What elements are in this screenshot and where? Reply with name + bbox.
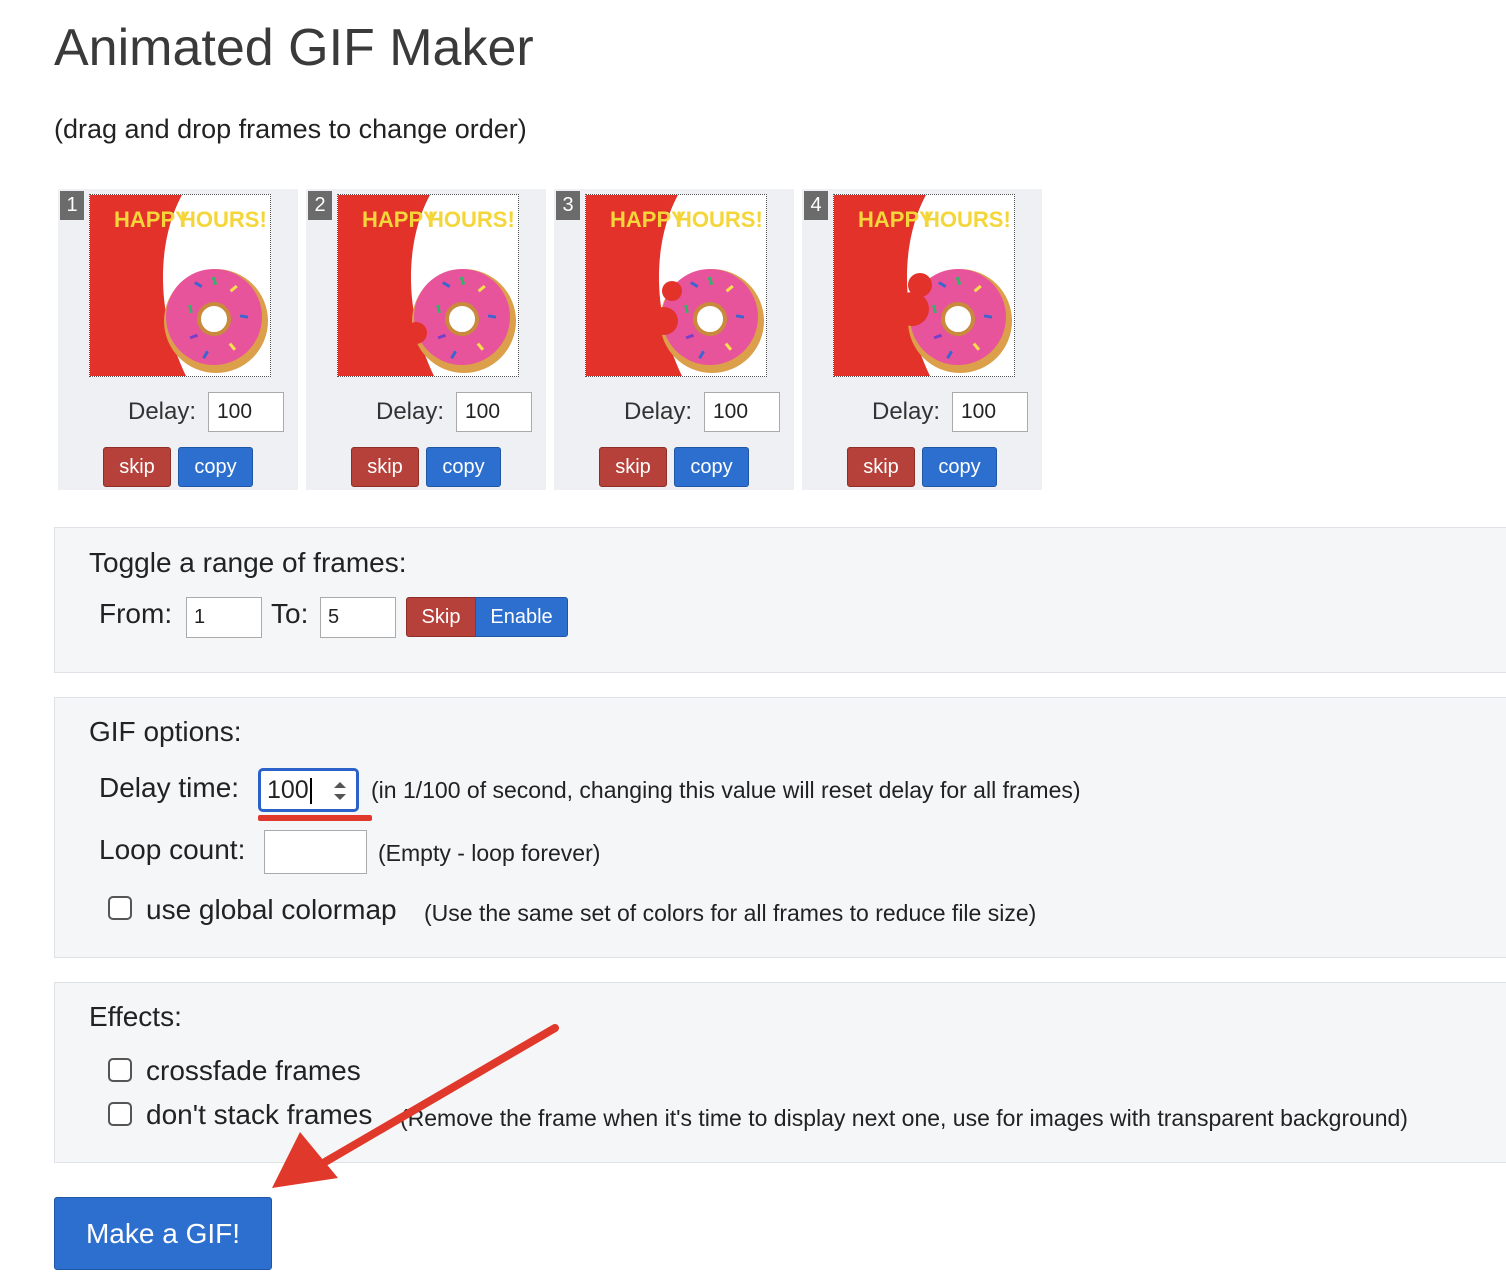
from-label: From: <box>99 598 173 629</box>
effects-panel: Effects: crossfade frames don't stack fr… <box>54 982 1506 1163</box>
frame-skip-button[interactable]: skip <box>847 447 915 487</box>
page-title: Animated GIF Maker <box>54 19 534 77</box>
frame-delay-input[interactable]: 100 <box>952 392 1028 432</box>
donut-image-icon: HAPPY HOURS! <box>90 195 270 376</box>
caption-hours: HOURS! <box>180 207 267 232</box>
range-enable-button[interactable]: Enable <box>475 597 568 637</box>
to-input[interactable]: 5 <box>320 597 396 638</box>
caption-hours: HOURS! <box>676 207 763 232</box>
frame-delay-input[interactable]: 100 <box>456 392 532 432</box>
donut-image-icon: HAPPY HOURS! <box>338 195 518 376</box>
frame-number: 3 <box>556 191 580 220</box>
frame-delay-label: Delay: <box>624 398 693 425</box>
delay-time-value: 100 <box>267 776 309 804</box>
frame-copy-button[interactable]: copy <box>178 447 253 487</box>
frame-thumbnail[interactable]: HAPPY HOURS! <box>833 194 1015 377</box>
delay-time-input[interactable]: 100 <box>258 768 359 812</box>
gif-options-title: GIF options: <box>89 716 242 747</box>
from-input[interactable]: 1 <box>186 597 262 638</box>
global-colormap-checkbox[interactable] <box>108 896 132 920</box>
donut-image-icon: HAPPY HOURS! <box>586 195 766 376</box>
caption-happy: HAPPY <box>362 207 438 232</box>
no-stack-label: don't stack frames <box>146 1099 373 1130</box>
frame-skip-button[interactable]: skip <box>103 447 171 487</box>
frame-card[interactable]: 1 HAPPY HOURS! Delay: 100 skip copy <box>58 189 298 490</box>
frame-delay-label: Delay: <box>376 398 445 425</box>
frame-copy-button[interactable]: copy <box>922 447 997 487</box>
loop-count-input[interactable] <box>264 830 367 874</box>
frame-thumbnail[interactable]: HAPPY HOURS! <box>585 194 767 377</box>
frame-thumbnail[interactable]: HAPPY HOURS! <box>89 194 271 377</box>
frame-skip-button[interactable]: skip <box>599 447 667 487</box>
spinner-arrows-icon[interactable] <box>329 777 351 805</box>
frame-number: 4 <box>804 191 828 220</box>
crossfade-label: crossfade frames <box>146 1055 361 1086</box>
effects-title: Effects: <box>89 1001 182 1032</box>
caption-hours: HOURS! <box>428 207 515 232</box>
drag-hint: (drag and drop frames to change order) <box>54 114 527 144</box>
caption-happy: HAPPY <box>114 207 190 232</box>
frame-skip-button[interactable]: skip <box>351 447 419 487</box>
delay-highlight-underline <box>258 815 372 821</box>
caption-happy: HAPPY <box>858 207 934 232</box>
no-stack-note: (Remove the frame when it's time to disp… <box>400 1105 1408 1131</box>
frame-number: 2 <box>308 191 332 220</box>
caption-happy: HAPPY <box>610 207 686 232</box>
make-gif-button[interactable]: Make a GIF! <box>54 1197 272 1270</box>
range-panel: Toggle a range of frames: From: 1 To: 5 … <box>54 527 1506 673</box>
gif-options-panel: GIF options: Delay time: 100 (in 1/100 o… <box>54 697 1506 958</box>
no-stack-checkbox[interactable] <box>108 1102 132 1126</box>
frame-card[interactable]: 4 HAPPY HOURS! Delay: 100 skip copy <box>802 189 1042 490</box>
frame-delay-label: Delay: <box>128 398 197 425</box>
crossfade-checkbox[interactable] <box>108 1058 132 1082</box>
frame-thumbnail[interactable]: HAPPY HOURS! <box>337 194 519 377</box>
delay-time-note: (in 1/100 of second, changing this value… <box>371 777 1081 803</box>
frame-delay-input[interactable]: 100 <box>704 392 780 432</box>
loop-count-note: (Empty - loop forever) <box>378 840 601 866</box>
delay-time-label: Delay time: <box>99 772 240 803</box>
frame-copy-button[interactable]: copy <box>426 447 501 487</box>
loop-count-label: Loop count: <box>99 834 246 865</box>
frame-card[interactable]: 2 HAPPY HOURS! Delay: 100 skip copy <box>306 189 546 490</box>
frame-delay-input[interactable]: 100 <box>208 392 284 432</box>
frame-card[interactable]: 3 HAPPY HOURS! Delay: 100 skip copy <box>554 189 794 490</box>
frame-delay-label: Delay: <box>872 398 941 425</box>
frame-number: 1 <box>60 191 84 220</box>
caption-hours: HOURS! <box>924 207 1011 232</box>
global-colormap-note: (Use the same set of colors for all fram… <box>424 900 1037 926</box>
global-colormap-label: use global colormap <box>146 894 397 925</box>
to-label: To: <box>271 598 309 629</box>
text-cursor <box>309 778 312 805</box>
range-skip-button[interactable]: Skip <box>406 597 476 637</box>
donut-image-icon: HAPPY HOURS! <box>834 195 1014 376</box>
range-title: Toggle a range of frames: <box>89 547 407 578</box>
frame-copy-button[interactable]: copy <box>674 447 749 487</box>
